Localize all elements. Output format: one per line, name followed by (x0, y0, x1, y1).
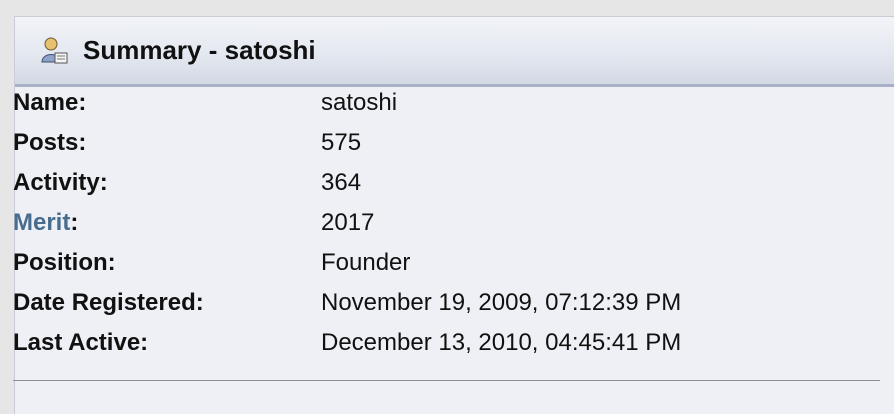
field-label-posts: Posts: (13, 129, 87, 156)
section-divider (13, 380, 880, 381)
field-value-name: satoshi (321, 89, 398, 116)
merit-colon: : (70, 209, 79, 236)
summary-title: Summary - satoshi (83, 35, 316, 65)
field-label-last-active: Last Active: (13, 329, 149, 356)
field-value-date-registered: November 19, 2009, 07:12:39 PM (321, 289, 682, 316)
field-value-posts: 575 (321, 129, 362, 156)
field-value-activity: 364 (321, 169, 362, 196)
field-value-position: Founder (321, 249, 411, 276)
summary-header: Summary - satoshi (15, 17, 894, 87)
field-label-name: Name: (13, 89, 87, 116)
field-label-date-registered: Date Registered: (13, 289, 204, 316)
field-value-last-active: December 13, 2010, 04:45:41 PM (321, 329, 682, 356)
field-label-position: Position: (13, 249, 116, 276)
field-label-merit: Merit: (13, 208, 78, 238)
merit-link[interactable]: Merit (13, 209, 70, 236)
field-value-merit: 2017 (321, 209, 375, 236)
user-profile-icon (39, 36, 69, 66)
field-label-activity: Activity: (13, 169, 108, 196)
